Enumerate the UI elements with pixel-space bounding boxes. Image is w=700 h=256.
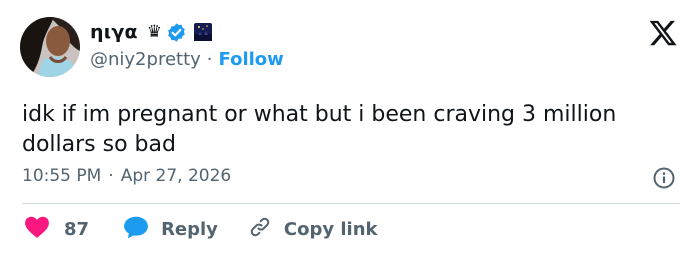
action-bar: 87 Reply Copy link bbox=[24, 214, 378, 244]
heart-icon bbox=[24, 215, 50, 244]
reply-button[interactable]: Reply bbox=[123, 215, 218, 244]
tweet-header: ηιγα ♛ @niy2pretty · Follow bbox=[90, 19, 284, 70]
reply-bubble-icon bbox=[123, 215, 149, 244]
link-icon bbox=[248, 215, 272, 244]
reply-label: Reply bbox=[161, 218, 218, 240]
timestamp-separator: · bbox=[108, 166, 114, 186]
tweet-time: 10:55 PM bbox=[22, 166, 102, 186]
night-sky-emoji-icon bbox=[193, 22, 213, 42]
user-handle[interactable]: @niy2pretty bbox=[90, 49, 201, 70]
tweet-timestamp[interactable]: 10:55 PM · Apr 27, 2026 bbox=[22, 166, 231, 186]
divider bbox=[22, 203, 680, 204]
like-button[interactable]: 87 bbox=[24, 215, 89, 244]
tweet-embed: ηιγα ♛ @niy2pretty · Follow idk if im pr… bbox=[0, 0, 700, 256]
handle-row: @niy2pretty · Follow bbox=[90, 49, 284, 70]
follow-button[interactable]: Follow bbox=[219, 49, 284, 70]
x-logo-icon[interactable] bbox=[648, 18, 678, 48]
crown-symbol: ♛ bbox=[146, 21, 162, 42]
tweet-text: idk if im pregnant or what but i been cr… bbox=[22, 102, 617, 157]
avatar[interactable] bbox=[20, 17, 80, 77]
handle-separator: · bbox=[206, 49, 213, 70]
copy-link-label: Copy link bbox=[283, 218, 378, 240]
info-icon[interactable] bbox=[652, 166, 676, 190]
tweet-date: Apr 27, 2026 bbox=[120, 166, 232, 186]
copy-link-button[interactable]: Copy link bbox=[248, 215, 378, 244]
display-name[interactable]: ηιγα bbox=[90, 21, 138, 43]
name-row: ηιγα ♛ bbox=[90, 19, 284, 45]
like-count: 87 bbox=[64, 218, 90, 240]
verified-badge-icon bbox=[166, 22, 187, 43]
